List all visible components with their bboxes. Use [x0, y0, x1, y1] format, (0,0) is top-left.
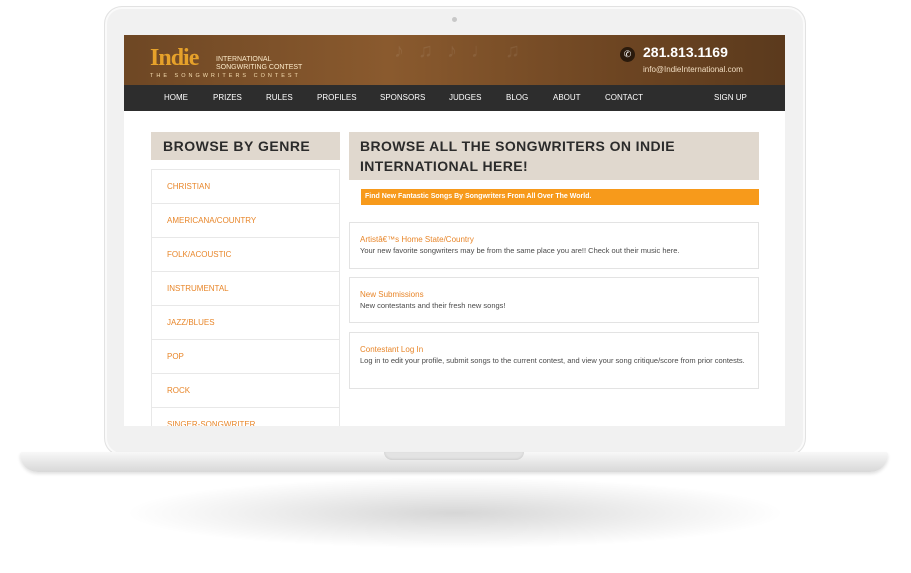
email-link[interactable]: info@IndieInternational.com — [643, 65, 743, 74]
nav-judges[interactable]: JUDGES — [449, 85, 481, 111]
card-description: New contestants and their fresh new song… — [360, 301, 506, 310]
nav-blog[interactable]: BLOG — [506, 85, 528, 111]
music-notes-decoration: ♪♫♪♩♫ — [394, 40, 534, 62]
logo-line-1: INTERNATIONAL — [216, 56, 272, 63]
card-title[interactable]: New Submissions — [360, 290, 748, 300]
genre-heading: BROWSE BY GENRE — [151, 132, 340, 160]
genre-rock[interactable]: ROCK — [152, 374, 339, 408]
nav-prizes[interactable]: PRIZES — [213, 85, 242, 111]
page-title: BROWSE ALL THE SONGWRITERS ON INDIE INTE… — [349, 132, 759, 180]
laptop-notch — [384, 452, 524, 460]
site-header: ♪♫♪♩♫ Indie INTERNATIONAL SONGWRITING CO… — [124, 35, 785, 85]
genre-jazz-blues[interactable]: JAZZ/BLUES — [152, 306, 339, 340]
promo-banner: Find New Fantastic Songs By Songwriters … — [361, 189, 759, 205]
logo-line-2: SONGWRITING CONTEST — [216, 64, 303, 71]
phone-icon: ✆ — [620, 47, 635, 62]
nav-sponsors[interactable]: SPONSORS — [380, 85, 425, 111]
camera-icon — [452, 17, 457, 22]
nav-home[interactable]: HOME — [164, 85, 188, 111]
page-title-line-1: BROWSE ALL THE SONGWRITERS ON INDIE — [360, 138, 676, 154]
nav-about[interactable]: ABOUT — [553, 85, 581, 111]
logo-word: Indie — [150, 45, 199, 71]
nav-rules[interactable]: RULES — [266, 85, 293, 111]
card-description: Log in to edit your profile, submit song… — [360, 356, 745, 365]
logo-tagline: THE SONGWRITERS CONTEST — [150, 73, 301, 79]
main-nav: HOME PRIZES RULES PROFILES SPONSORS JUDG… — [124, 85, 785, 111]
laptop-shadow — [130, 478, 780, 548]
browser-screen: ♪♫♪♩♫ Indie INTERNATIONAL SONGWRITING CO… — [124, 35, 785, 426]
page-title-line-2: INTERNATIONAL HERE! — [360, 158, 529, 174]
nav-profiles[interactable]: PROFILES — [317, 85, 357, 111]
card-description: Your new favorite songwriters may be fro… — [360, 246, 680, 255]
card-new-submissions[interactable]: New Submissions New contestants and thei… — [349, 277, 759, 323]
card-contestant-login[interactable]: Contestant Log In Log in to edit your pr… — [349, 332, 759, 389]
card-title[interactable]: Artistâ€™s Home State/Country — [360, 235, 748, 245]
genre-singer-songwriter[interactable]: SINGER-SONGWRITER — [152, 408, 339, 426]
card-home-state[interactable]: Artistâ€™s Home State/Country Your new f… — [349, 222, 759, 269]
nav-contact[interactable]: CONTACT — [605, 85, 643, 111]
genre-americana-country[interactable]: AMERICANA/COUNTRY — [152, 204, 339, 238]
genre-folk-acoustic[interactable]: FOLK/ACOUSTIC — [152, 238, 339, 272]
phone-number[interactable]: 281.813.1169 — [643, 44, 728, 60]
genre-pop[interactable]: POP — [152, 340, 339, 374]
genre-instrumental[interactable]: INSTRUMENTAL — [152, 272, 339, 306]
genre-list: CHRISTIAN AMERICANA/COUNTRY FOLK/ACOUSTI… — [151, 169, 340, 426]
nav-sign-up[interactable]: SIGN UP — [714, 85, 747, 111]
genre-christian[interactable]: CHRISTIAN — [152, 170, 339, 204]
card-title[interactable]: Contestant Log In — [360, 345, 748, 355]
